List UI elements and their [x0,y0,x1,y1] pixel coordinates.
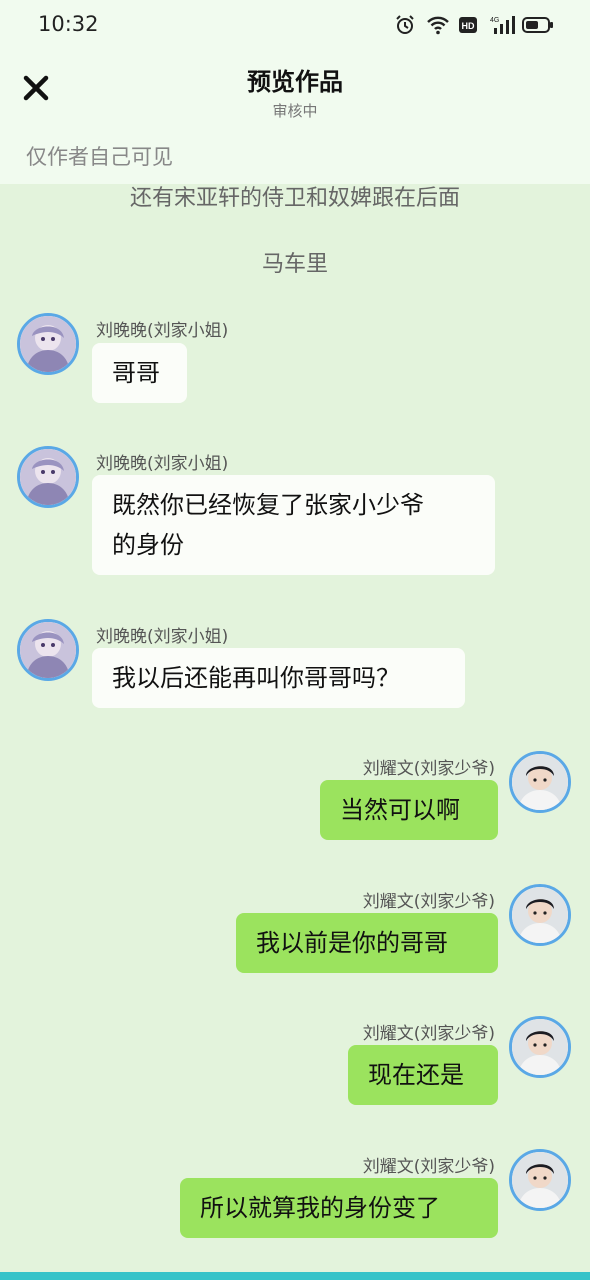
avatar-liu-yaowen[interactable] [509,884,571,946]
status-time: 10:32 [38,12,99,36]
battery-icon [522,14,554,36]
message-text: 我以前是你的哥哥 [256,929,448,957]
sender-name: 刘晚晚(刘家小姐) [96,321,229,341]
status-bar: 10:32 HD 4G [0,0,590,52]
sender-name: 刘耀文(刘家少爷) [362,1024,495,1044]
narration-text: 马车里 [261,252,328,277]
sender-name: 刘耀文(刘家少爷) [362,759,495,779]
svg-text:HD: HD [462,21,475,31]
message-bubble[interactable]: 哥哥 [92,343,187,403]
top-bar: 10:32 HD 4G 预览作品 审核中 仅作者自己可见 [0,0,590,184]
message-text: 当然可以啊 [340,796,460,824]
narration-text: 还有宋亚轩的侍卫和奴婢跟在后面 [129,186,460,211]
avatar-liu-yaowen[interactable] [509,751,571,813]
visibility-label: 仅作者自己可见 [26,145,173,169]
message-text: 哥哥 [112,359,160,387]
message-bubble[interactable]: 当然可以啊 [320,780,498,840]
message-text: 现在还是 [368,1061,464,1089]
avatar-liu-wanwan[interactable] [17,313,79,375]
message-text: 既然你已经恢复了张家小少爷 [112,491,424,519]
bottom-strip [0,1272,590,1280]
header: 预览作品 审核中 [0,52,590,132]
avatar-liu-yaowen[interactable] [509,1149,571,1211]
wifi-icon [426,14,449,36]
sender-name: 刘晚晚(刘家小姐) [96,454,229,474]
message-bubble[interactable]: 现在还是 [348,1045,498,1105]
avatar-liu-wanwan[interactable] [17,619,79,681]
page-title: 预览作品 [247,68,343,96]
signal-4g-icon: 4G [490,14,515,36]
svg-text:4G: 4G [490,17,499,24]
sender-name: 刘耀文(刘家少爷) [362,892,495,912]
message-text: 我以后还能再叫你哥哥吗？ [112,664,400,692]
message-bubble[interactable]: 所以就算我的身份变了 [180,1178,498,1238]
review-status: 审核中 [272,102,318,120]
alarm-icon [394,14,416,36]
hd-icon: HD [458,14,480,36]
message-bubble[interactable]: 我以后还能再叫你哥哥吗？ [92,648,465,708]
avatar-liu-yaowen[interactable] [509,1016,571,1078]
avatar-liu-wanwan[interactable] [17,446,79,508]
sender-name: 刘耀文(刘家少爷) [362,1157,495,1177]
sender-name: 刘晚晚(刘家小姐) [96,627,229,647]
message-text: 的身份 [112,531,184,559]
message-bubble[interactable]: 既然你已经恢复了张家小少爷 的身份 [92,475,495,575]
status-icons: HD 4G [394,14,554,36]
message-text: 所以就算我的身份变了 [200,1194,440,1222]
message-bubble[interactable]: 我以前是你的哥哥 [236,913,498,973]
